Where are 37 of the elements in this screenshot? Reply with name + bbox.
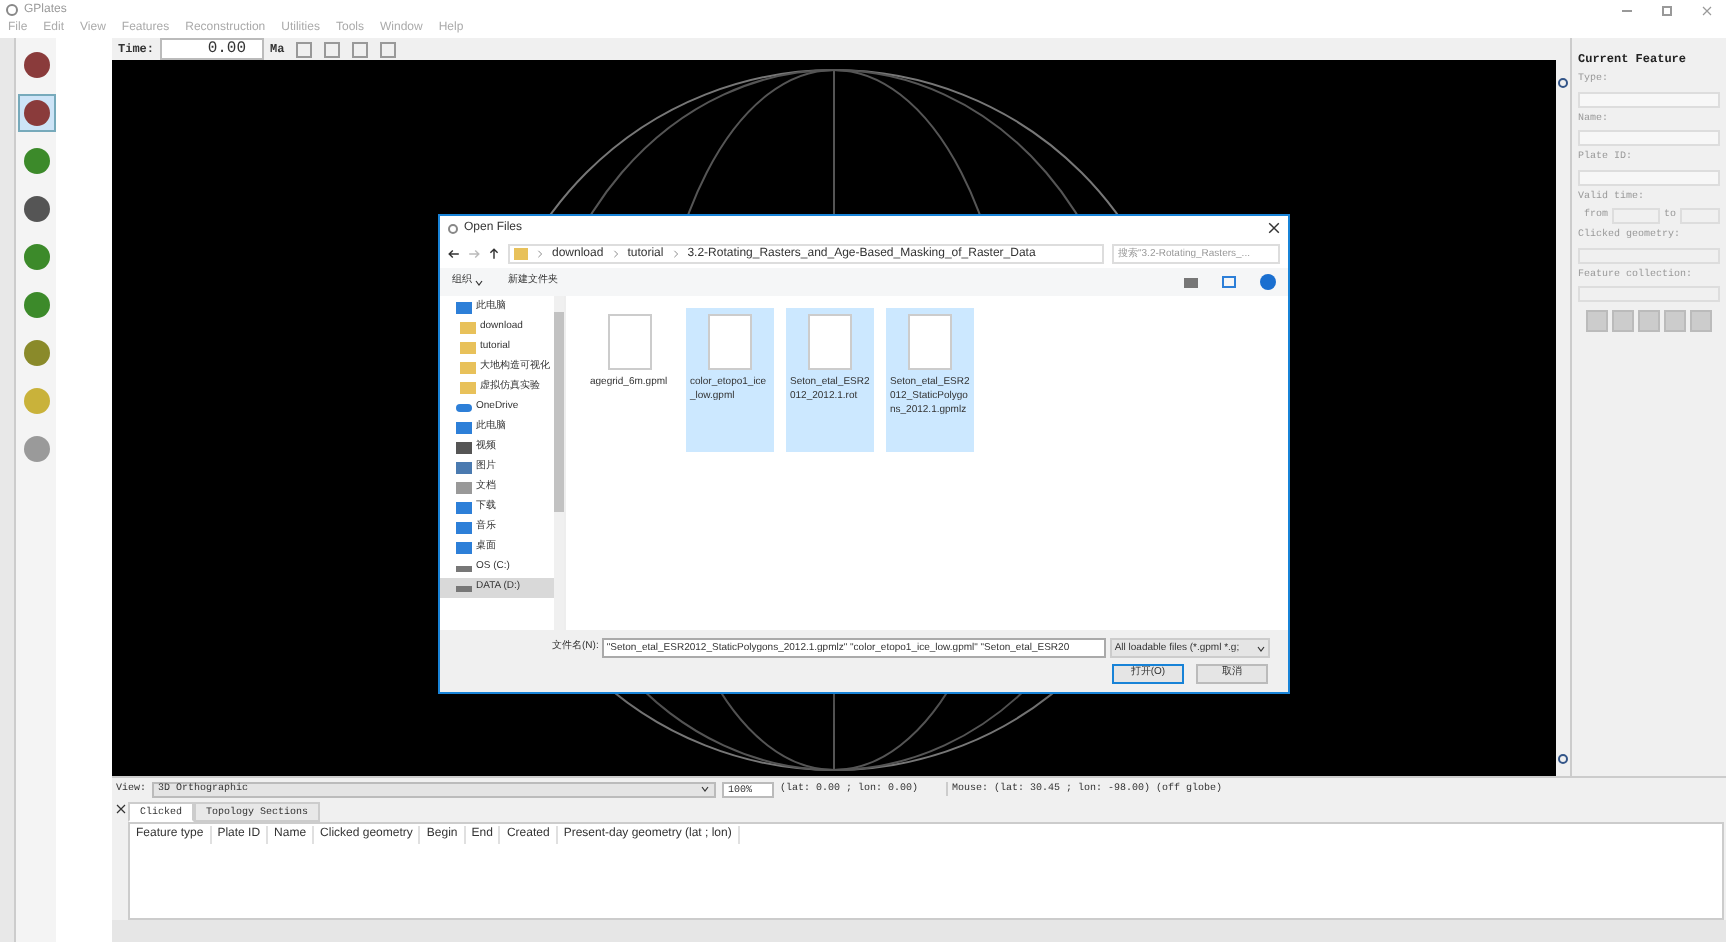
tool-icon [23, 196, 49, 222]
file-icon [708, 314, 752, 370]
file-icon [608, 314, 652, 370]
close-icon[interactable] [115, 804, 125, 814]
time-field[interactable]: 0.00 [160, 38, 265, 60]
caret-icon [1256, 643, 1267, 653]
tool-icon [23, 340, 49, 366]
folder-icon [514, 248, 528, 260]
input-field[interactable] [1578, 130, 1720, 146]
scrollbar[interactable] [554, 296, 564, 630]
maximize-icon[interactable] [1662, 5, 1672, 15]
tool-icon [23, 100, 49, 126]
tool-icon [23, 244, 49, 270]
file-icon [808, 314, 852, 370]
file-icon [908, 314, 952, 370]
input-field[interactable] [1578, 91, 1720, 107]
input-field[interactable] [1578, 169, 1720, 185]
tool-icon [23, 436, 49, 462]
help-icon[interactable] [1260, 274, 1276, 290]
pane-icon[interactable] [1222, 276, 1236, 288]
caret-icon [474, 277, 484, 287]
minimize-icon[interactable] [1622, 9, 1632, 11]
tool-icon [23, 52, 49, 78]
zoom-icon[interactable] [1558, 78, 1568, 88]
app-icon [6, 4, 18, 16]
tool-icon [23, 388, 49, 414]
back-icon[interactable] [448, 248, 460, 260]
caret-icon [700, 784, 711, 794]
tool-icon [23, 148, 49, 174]
tool-icon [23, 292, 49, 318]
zoom-icon[interactable] [1558, 754, 1568, 764]
dialog-icon [448, 223, 458, 233]
tool-button[interactable] [17, 94, 55, 132]
close-icon[interactable] [1268, 222, 1280, 234]
chevron-icon [536, 250, 544, 258]
up-icon[interactable] [488, 248, 500, 260]
cloud-icon [456, 404, 472, 412]
